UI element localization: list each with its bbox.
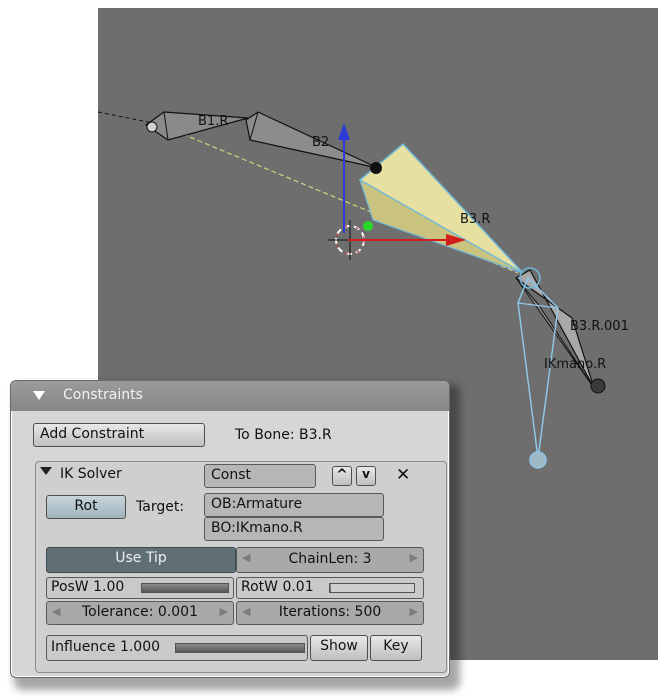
posw-slider[interactable]: PosW 1.00 [46,577,234,599]
increment-arrow-icon[interactable]: ▶ [410,605,418,618]
influence-slider[interactable]: Influence 1.000 [46,635,308,661]
rotw-slider[interactable]: RotW 0.01 [236,577,424,599]
bone-ikmano-tip[interactable] [529,451,547,469]
influence-fill [176,644,304,652]
iterations-field[interactable]: ◀ Iterations: 500 ▶ [236,601,424,625]
bone-b1r-head[interactable] [146,121,158,133]
rot-toggle-button[interactable]: Rot [46,495,126,519]
expand-triangle-icon[interactable] [40,467,52,475]
decrement-arrow-icon[interactable]: ◀ [242,551,250,564]
posw-fill [142,584,228,592]
constraints-panel: Constraints Add Constraint To Bone: B3.R… [10,380,450,678]
key-button[interactable]: Key [370,635,422,661]
label-b1r: B1.R [198,114,228,129]
decrement-arrow-icon[interactable]: ◀ [52,605,60,618]
bone-b3r001-tip[interactable] [590,378,606,394]
label-b3r: B3.R [460,212,490,227]
panel-header[interactable]: Constraints [11,381,449,411]
increment-arrow-icon[interactable]: ▶ [410,551,418,564]
to-bone-label: To Bone: B3.R [235,427,332,443]
constraint-type-label: IK Solver [60,466,122,482]
y-axis-arrow[interactable] [338,123,350,140]
close-icon[interactable]: ✕ [396,465,410,485]
label-b3r001: B3.R.001 [570,319,629,334]
tolerance-field[interactable]: ◀ Tolerance: 0.001 ▶ [46,601,234,625]
constraint-name-field[interactable]: Const [204,464,316,488]
chainlen-field[interactable]: ◀ ChainLen: 3 ▶ [236,547,424,573]
target-label: Target: [136,499,185,515]
label-b2: B2 [312,135,329,150]
bone-b1r[interactable] [144,111,249,141]
increment-arrow-icon[interactable]: ▶ [220,605,228,618]
collapse-triangle-icon[interactable] [33,391,45,400]
target-bone-field[interactable]: BO:IKmano.R [204,517,384,541]
move-down-button[interactable]: v [356,466,376,486]
rotw-fill [330,584,331,592]
use-tip-toggle[interactable]: Use Tip [46,547,236,573]
show-button[interactable]: Show [310,635,368,661]
z-axis-handle[interactable] [363,221,373,231]
label-ikmano: IKmano.R [544,357,606,372]
move-up-button[interactable]: ^ [332,466,352,486]
target-object-field[interactable]: OB:Armature [204,493,384,517]
decrement-arrow-icon[interactable]: ◀ [242,605,250,618]
add-constraint-button[interactable]: Add Constraint [33,423,205,447]
ik-solver-constraint: IK Solver Const ^ v ✕ Rot Target: OB:Arm… [35,461,447,673]
panel-title: Constraints [63,387,143,403]
